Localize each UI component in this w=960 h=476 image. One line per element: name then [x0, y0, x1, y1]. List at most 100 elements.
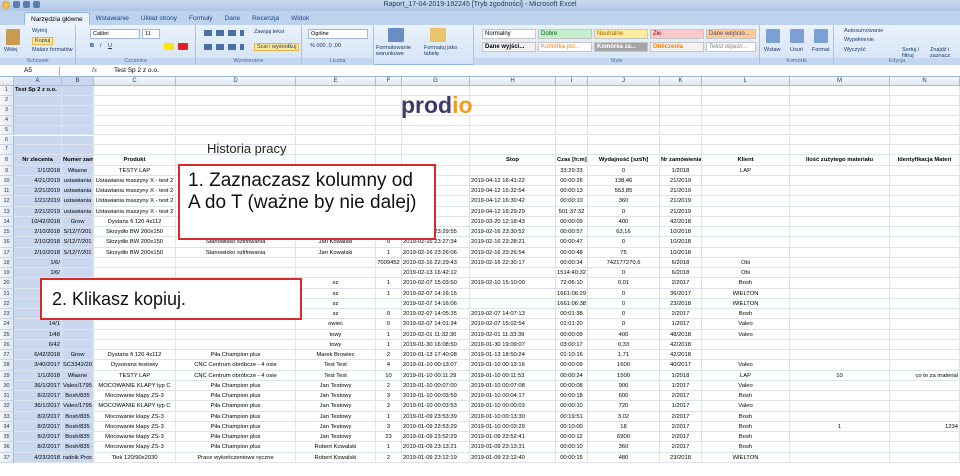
cell[interactable]	[14, 125, 62, 136]
table-cell[interactable]: 18	[588, 421, 660, 433]
table-cell[interactable]	[790, 237, 890, 248]
table-cell[interactable]: co to za material	[890, 370, 960, 381]
cell[interactable]	[376, 95, 402, 106]
table-cell[interactable]: 0	[376, 319, 402, 330]
table-cell[interactable]: 2019-02-16 22:30:17	[470, 257, 556, 269]
row-header[interactable]: 11	[0, 186, 14, 197]
table-cell[interactable]	[176, 319, 296, 330]
table-cell[interactable]	[790, 329, 890, 340]
fx-icon[interactable]: fx	[92, 66, 97, 76]
table-cell[interactable]: 360	[588, 196, 660, 207]
align-icons[interactable]	[204, 30, 244, 36]
table-cell[interactable]: Piła Champion plus	[176, 432, 296, 443]
table-cell[interactable]: 138,46	[588, 175, 660, 187]
table-cell[interactable]: 21/2019	[660, 175, 702, 187]
cell[interactable]	[588, 145, 660, 156]
table-cell[interactable]: 2019-01-09 23:52:41	[470, 432, 556, 443]
table-cell[interactable]: sz	[296, 288, 376, 299]
table-cell[interactable]: Robert Kowalski	[296, 452, 376, 463]
table-cell[interactable]	[890, 442, 960, 453]
table-cell[interactable]	[94, 268, 176, 279]
cell[interactable]	[556, 105, 588, 116]
table-cell[interactable]: 1/6/	[14, 268, 62, 279]
fill-button[interactable]: Wypełnienie	[844, 37, 874, 43]
cell[interactable]	[588, 105, 660, 116]
table-cell[interactable]: 2/2017	[660, 421, 702, 433]
table-cell[interactable]: Mocowanie klapy ZS-3	[94, 442, 176, 453]
cell[interactable]	[556, 135, 588, 146]
table-cell[interactable]: 553,85	[588, 186, 660, 197]
row-header[interactable]: 23	[0, 309, 14, 320]
cell[interactable]	[296, 115, 376, 126]
table-cell[interactable]: 1	[376, 411, 402, 422]
table-cell[interactable]: Dystans fi 120 4x112	[94, 350, 176, 361]
table-cell[interactable]: 00:00:47	[556, 237, 588, 248]
table-cell[interactable]: 2/10/2018	[14, 247, 62, 258]
table-cell[interactable]	[790, 268, 890, 279]
table-cell[interactable]	[890, 329, 960, 340]
table-cell[interactable]	[890, 206, 960, 217]
merge-center-button[interactable]: Scal i wyśrodkuj	[254, 43, 300, 51]
table-cell[interactable]: 2019-01-10 00:13:30	[470, 411, 556, 422]
style-explanatory[interactable]: Tekst objaśn...	[706, 42, 756, 52]
font-size-select[interactable]: 11	[142, 29, 160, 39]
table-cell[interactable]: 0	[588, 298, 660, 310]
table-cell[interactable]: 21/2019	[660, 206, 702, 217]
row-header[interactable]: 7	[0, 145, 14, 156]
table-cell[interactable]	[890, 391, 960, 402]
table-cell[interactable]: Dysonans testowy	[94, 360, 176, 371]
cell[interactable]	[556, 125, 588, 136]
table-cell[interactable]	[890, 196, 960, 207]
conditional-format-button[interactable]: Formatowanie warunkowe	[376, 45, 422, 57]
cell[interactable]	[296, 105, 376, 116]
table-cell[interactable]: 1/2017	[660, 319, 702, 330]
table-cell[interactable]: Piła Champion plus	[176, 350, 296, 361]
cell[interactable]	[94, 115, 176, 126]
table-cell[interactable]: 2019-01-10 00:03:29	[470, 421, 556, 433]
delete-button[interactable]: Usuń	[790, 47, 803, 53]
table-cell[interactable]	[702, 216, 790, 228]
table-cell[interactable]: 2	[376, 401, 402, 412]
table-cell[interactable]: 1/2018	[660, 165, 702, 176]
table-cell[interactable]: 36/1/2017	[14, 401, 62, 412]
bold-button[interactable]: B	[90, 43, 94, 49]
table-cell[interactable]: 21/2019	[660, 196, 702, 207]
cell[interactable]	[660, 145, 702, 156]
conditional-format-icon[interactable]	[388, 28, 404, 42]
paste-button[interactable]: Wklej	[4, 47, 17, 53]
format-cells-icon[interactable]	[814, 29, 828, 43]
cell[interactable]	[62, 145, 94, 156]
table-cell[interactable]: Jan Testowy	[296, 391, 376, 402]
table-cell[interactable]: 23/2018	[660, 452, 702, 463]
table-cell[interactable]: 4/21/2019	[14, 175, 62, 187]
table-cell[interactable]: 2	[376, 380, 402, 392]
column-header-C[interactable]: C	[94, 77, 176, 86]
table-cell[interactable]: Obi	[702, 257, 790, 269]
table-cell[interactable]	[790, 165, 890, 176]
cell[interactable]	[702, 145, 790, 156]
table-cell[interactable]: 2019-02-16 23:26:54	[470, 247, 556, 258]
table-cell[interactable]	[890, 216, 960, 228]
cell[interactable]	[94, 95, 176, 106]
table-cell[interactable]: 00:00:12	[556, 432, 588, 443]
tab-6[interactable]: Widok	[285, 12, 315, 25]
table-cell[interactable]: Robert Kowalski	[296, 442, 376, 453]
table-cell[interactable]	[890, 237, 960, 248]
column-header-A[interactable]: A	[14, 77, 62, 86]
table-cell[interactable]: 1	[376, 247, 402, 258]
table-cell[interactable]: CNC Centrum obróbcze - 4 osie	[176, 360, 296, 371]
table-cell[interactable]: Valeo	[702, 319, 790, 330]
table-cell[interactable]: 2019-01-09 23:52:29	[402, 432, 470, 443]
cell[interactable]	[14, 115, 62, 126]
table-cell[interactable]: Bosh	[702, 442, 790, 453]
row-header[interactable]: 2	[0, 95, 14, 106]
table-cell[interactable]: 00:00:48	[556, 247, 588, 258]
table-cell[interactable]: 2019-01-09 23:13:21	[402, 442, 470, 453]
table-cell[interactable]: 00:00:10	[556, 196, 588, 207]
table-cell[interactable]: 2019-01-10 00:11:29	[402, 370, 470, 381]
table-cell[interactable]	[890, 432, 960, 443]
table-cell[interactable]	[62, 339, 94, 351]
table-cell[interactable]: 7009452	[376, 257, 402, 269]
table-cell[interactable]: 600	[588, 391, 660, 402]
table-cell[interactable]: 21/2019	[660, 186, 702, 197]
